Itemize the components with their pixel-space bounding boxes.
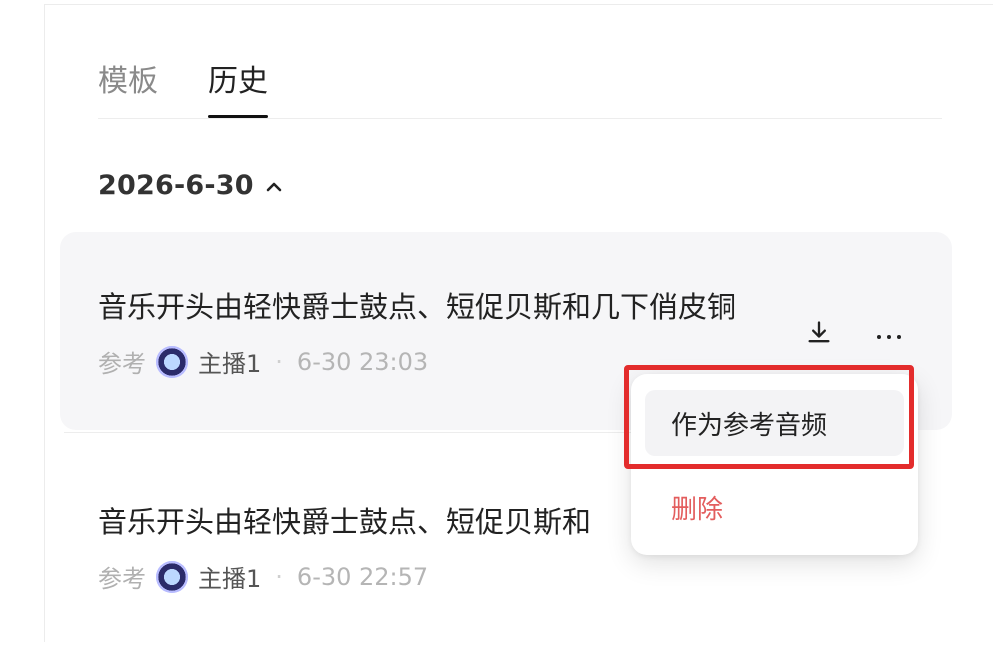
- reference-label: 参考: [98, 565, 146, 593]
- avatar: [156, 560, 188, 593]
- history-item-title: 音乐开头由轻快爵士鼓点、短促贝斯和几下俏皮铜: [98, 290, 737, 324]
- context-menu: 作为参考音频 删除: [631, 374, 918, 555]
- more-icon: [875, 326, 903, 345]
- chevron-up-icon[interactable]: [264, 177, 284, 197]
- more-button[interactable]: [872, 318, 906, 352]
- timestamp: 6-30 23:03: [296, 347, 429, 376]
- date-group-label: 2026-6-30: [98, 170, 254, 201]
- history-item-title: 音乐开头由轻快爵士鼓点、短促贝斯和: [98, 505, 592, 539]
- speaker-name: 主播1: [198, 350, 262, 378]
- download-button[interactable]: [802, 318, 836, 352]
- meta-separator: ·: [275, 562, 283, 591]
- timestamp: 6-30 22:57: [296, 562, 429, 591]
- tab-history[interactable]: 历史: [208, 62, 268, 118]
- tabs: 模板 历史: [98, 62, 268, 118]
- avatar: [156, 345, 188, 378]
- item-actions: [802, 318, 906, 352]
- meta-separator: ·: [275, 347, 283, 376]
- reference-label: 参考: [98, 350, 146, 378]
- menu-item-delete[interactable]: 删除: [645, 474, 904, 540]
- history-item-meta: 参考 主播1 · 6-30 23:03: [98, 344, 428, 379]
- download-icon: [805, 319, 833, 351]
- left-border: [44, 4, 45, 642]
- top-border: [44, 4, 993, 5]
- history-item-meta: 参考 主播1 · 6-30 22:57: [98, 559, 428, 594]
- tab-templates[interactable]: 模板: [98, 62, 158, 118]
- speaker-name: 主播1: [198, 565, 262, 593]
- tabs-divider: [98, 118, 942, 119]
- date-group-header[interactable]: 2026-6-30: [98, 170, 284, 201]
- menu-item-use-as-reference-audio[interactable]: 作为参考音频: [645, 390, 904, 456]
